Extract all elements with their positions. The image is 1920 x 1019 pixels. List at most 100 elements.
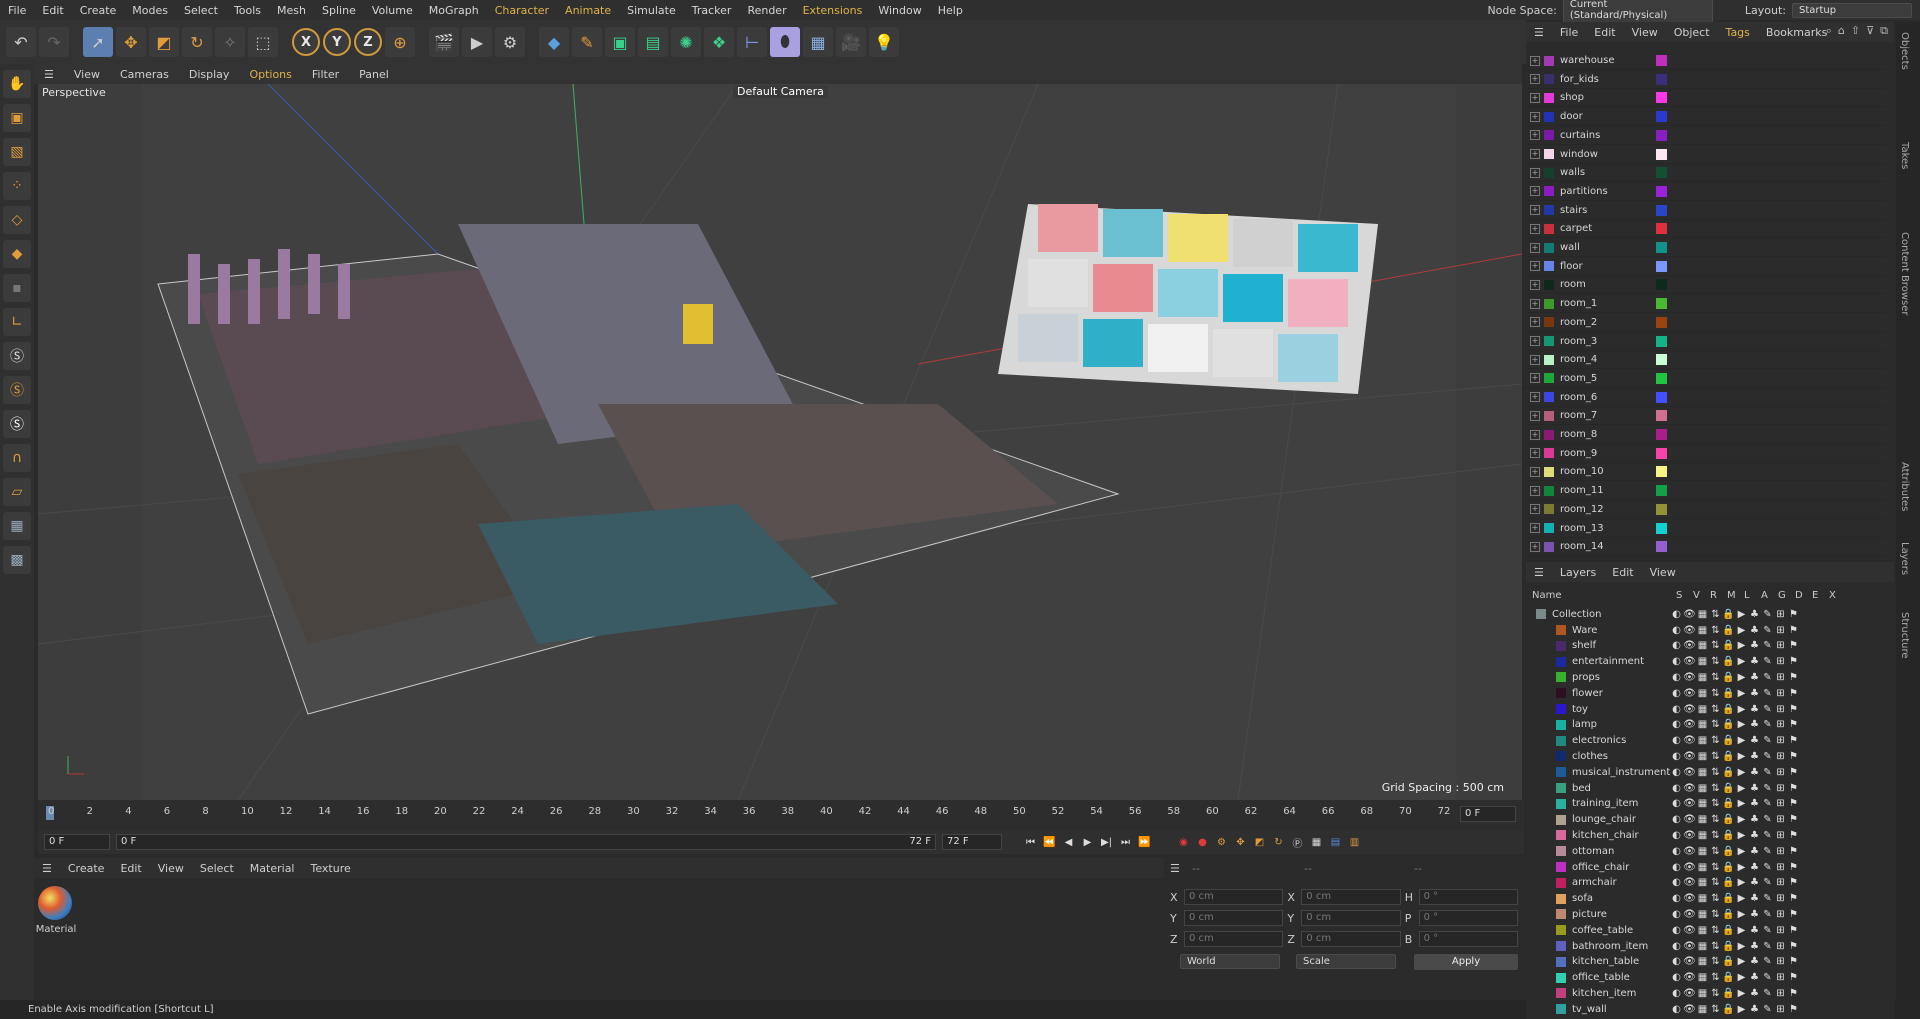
tag-row[interactable]: + room_5 <box>1526 370 1886 388</box>
menu-character[interactable]: Character <box>487 4 557 17</box>
menu-window[interactable]: Window <box>870 4 929 17</box>
material-menu-view[interactable]: View <box>150 862 192 875</box>
node-space-select[interactable]: Current (Standard/Physical) <box>1562 0 1713 23</box>
tag-row[interactable]: + room_10 <box>1526 463 1886 482</box>
coord-field[interactable]: 0 cm <box>1183 910 1284 926</box>
layer-toggle-icon[interactable]: ▦ <box>1696 783 1709 794</box>
tag-icon[interactable] <box>1656 204 1667 216</box>
coord-field[interactable]: 0 ° <box>1418 910 1519 926</box>
recent-tool-icon[interactable]: ✧ <box>215 27 245 57</box>
menu-modes[interactable]: Modes <box>124 4 176 17</box>
layer-toggle-icon[interactable]: ⇅ <box>1709 893 1722 904</box>
tag-row[interactable]: + room_7 <box>1526 407 1886 426</box>
layer-toggle-icon[interactable]: ♣ <box>1748 688 1761 699</box>
layer-toggle-icon[interactable]: ▶ <box>1735 956 1748 967</box>
right-tab-structure[interactable]: Structure <box>1899 612 1910 659</box>
layer-toggle-icon[interactable]: ⊞ <box>1774 719 1787 730</box>
layer-toggle-icon[interactable]: ⊞ <box>1774 609 1787 620</box>
expand-icon[interactable]: + <box>1530 448 1540 459</box>
layer-toggle-icon[interactable]: ◐ <box>1670 830 1683 841</box>
layer-name[interactable]: Collection <box>1552 609 1670 620</box>
layer-toggle-icon[interactable]: ◐ <box>1670 640 1683 651</box>
expand-icon[interactable]: + <box>1530 336 1540 346</box>
tag-name[interactable]: stairs <box>1560 205 1656 216</box>
layer-toggle-icon[interactable]: ◐ <box>1670 735 1683 746</box>
key-scale-icon[interactable]: ◩ <box>1253 837 1266 848</box>
tag-icon[interactable] <box>1656 316 1667 328</box>
tag-icon[interactable] <box>1656 485 1667 497</box>
tag-name[interactable]: partitions <box>1560 186 1656 197</box>
layer-toggle-icon[interactable]: ◐ <box>1670 909 1683 920</box>
viewport-menu-view[interactable]: View <box>64 68 110 81</box>
object-menu-bookmarks[interactable]: Bookmarks <box>1758 26 1835 39</box>
end-frame-field[interactable]: 72 F <box>942 834 1002 850</box>
layer-toggle-icon[interactable]: ⊞ <box>1774 625 1787 636</box>
menu-render[interactable]: Render <box>739 4 794 17</box>
layer-toggle-icon[interactable]: 👁 <box>1683 893 1696 904</box>
layer-toggle-icon[interactable]: 🔒 <box>1722 988 1735 999</box>
layer-toggle-icon[interactable]: ⇅ <box>1709 704 1722 715</box>
tag-name[interactable]: floor <box>1560 261 1656 272</box>
key-param-icon[interactable]: Ⓟ <box>1291 835 1304 850</box>
tag-row[interactable]: + floor <box>1526 258 1886 276</box>
layer-toggle-icon[interactable]: 🔒 <box>1722 688 1735 699</box>
layer-toggle-icon[interactable]: ✎ <box>1761 925 1774 936</box>
tag-icon[interactable] <box>1656 92 1667 104</box>
workplane-icon[interactable]: ▱ <box>3 478 31 506</box>
layer-name[interactable]: props <box>1572 672 1670 683</box>
layer-toggle-icon[interactable]: ⇅ <box>1709 956 1722 967</box>
layer-toggle-icon[interactable]: ⚑ <box>1787 625 1800 636</box>
layer-toggle-icon[interactable]: ⇅ <box>1709 1004 1722 1015</box>
layer-toggle-icon[interactable]: 👁 <box>1683 640 1696 651</box>
layer-toggle-icon[interactable]: ▶ <box>1735 783 1748 794</box>
layer-toggle-icon[interactable]: ▶ <box>1735 846 1748 857</box>
layer-toggle-icon[interactable]: ▶ <box>1735 751 1748 762</box>
layer-toggle-icon[interactable]: ⚑ <box>1787 925 1800 936</box>
coord-field[interactable]: 0 ° <box>1418 931 1519 947</box>
object-menu-edit[interactable]: Edit <box>1586 26 1623 39</box>
move-tool-icon[interactable]: ✥ <box>116 27 146 57</box>
layer-toggle-icon[interactable]: ▦ <box>1696 893 1709 904</box>
menu-edit[interactable]: Edit <box>34 4 71 17</box>
subdivision-icon[interactable]: ▣ <box>605 27 635 57</box>
layer-toggle-icon[interactable]: ▦ <box>1696 1004 1709 1015</box>
tag-icon[interactable] <box>1656 242 1667 253</box>
layer-toggle-icon[interactable]: ◐ <box>1670 1004 1683 1015</box>
right-tab-content-browser[interactable]: Content Browser <box>1899 232 1910 315</box>
tag-row[interactable]: + for_kids <box>1526 71 1886 89</box>
layer-toggle-icon[interactable]: ◐ <box>1670 956 1683 967</box>
layer-toggle-icon[interactable]: ♣ <box>1748 846 1761 857</box>
coord-mode-select[interactable]: World <box>1180 954 1280 969</box>
tag-icon[interactable] <box>1656 148 1667 160</box>
layer-toggle-icon[interactable]: ⚑ <box>1787 909 1800 920</box>
tag-row[interactable]: + room_11 <box>1526 482 1886 501</box>
right-tab-objects[interactable]: Objects <box>1899 32 1910 70</box>
expand-icon[interactable]: + <box>1530 55 1540 66</box>
layer-toggle-icon[interactable]: ◐ <box>1670 609 1683 620</box>
layer-toggle-icon[interactable]: 👁 <box>1683 656 1696 667</box>
layer-row[interactable]: training_item ◐ 👁 ▦ ⇅ 🔒 ▶ ♣ ✎ ⊞ ⚑ <box>1526 796 1894 812</box>
layer-name[interactable]: kitchen_table <box>1572 956 1670 967</box>
tag-name[interactable]: carpet <box>1560 223 1656 234</box>
layer-toggle-icon[interactable]: 🔒 <box>1722 956 1735 967</box>
tag-icon[interactable] <box>1656 260 1667 272</box>
tag-name[interactable]: room_12 <box>1560 504 1656 515</box>
layer-toggle-icon[interactable]: ✎ <box>1761 988 1774 999</box>
tag-icon[interactable] <box>1656 503 1667 515</box>
layer-toggle-icon[interactable]: 👁 <box>1683 830 1696 841</box>
layer-name[interactable]: clothes <box>1572 751 1670 762</box>
render-settings-icon[interactable]: ⚙ <box>495 27 525 57</box>
y-axis-lock-button[interactable]: Y <box>323 28 351 56</box>
tag-icon[interactable] <box>1656 55 1667 66</box>
expand-icon[interactable]: + <box>1530 111 1540 122</box>
layer-toggle-icon[interactable]: ▶ <box>1735 672 1748 683</box>
layer-toggle-icon[interactable]: ⇅ <box>1709 941 1722 952</box>
material-menu-create[interactable]: Create <box>60 862 113 875</box>
layer-toggle-icon[interactable]: ✎ <box>1761 877 1774 888</box>
coords-menu-icon[interactable]: ☰ <box>1170 862 1180 875</box>
layer-toggle-icon[interactable]: ⊞ <box>1774 1004 1787 1015</box>
layer-toggle-icon[interactable]: ✎ <box>1761 625 1774 636</box>
layer-toggle-icon[interactable]: 👁 <box>1683 909 1696 920</box>
layer-toggle-icon[interactable]: ▦ <box>1696 862 1709 873</box>
layer-toggle-icon[interactable]: ✎ <box>1761 688 1774 699</box>
